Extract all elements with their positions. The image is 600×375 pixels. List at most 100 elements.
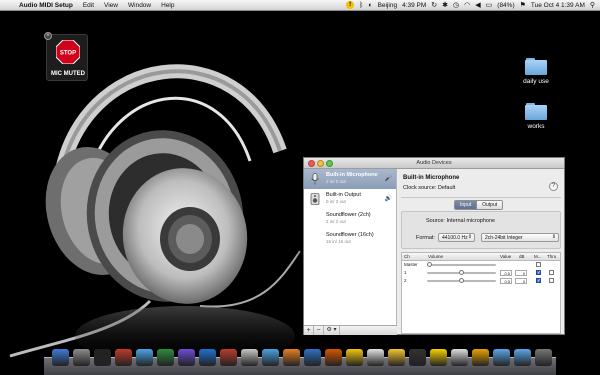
chevron-updown-icon: ⇕: [551, 234, 556, 240]
wifi-icon[interactable]: ◠: [464, 2, 470, 9]
clock-source[interactable]: Clock source: Default: [403, 185, 455, 191]
dock-app-icon[interactable]: [220, 349, 237, 366]
value-field[interactable]: 0.5: [500, 278, 512, 284]
tab-output[interactable]: Output: [476, 201, 503, 209]
col-ch: Ch: [404, 254, 410, 259]
folder-icon: [525, 103, 547, 120]
mute-checkbox[interactable]: ✓: [536, 270, 541, 276]
table-row: 1 0.5 0 ✓: [402, 269, 560, 277]
device-name: Soundflower (16ch): [326, 232, 374, 238]
dock-app-icon[interactable]: [304, 349, 321, 366]
device-list: Built-in Microphone 2 in/ 0 out 🎤 Built-…: [304, 169, 397, 325]
chevron-updown-icon: ⇕: [467, 234, 472, 240]
world-clock-icon[interactable]: ◐: [368, 2, 372, 9]
microphone-icon: [311, 173, 319, 185]
window-minimize-button[interactable]: [317, 160, 324, 167]
dock-app-icon[interactable]: [178, 349, 195, 366]
device-soundflower-2ch[interactable]: Soundflower (2ch) 2 in/ 2 out: [304, 209, 396, 229]
folder-icon: [525, 58, 547, 75]
window-close-button[interactable]: [308, 160, 315, 167]
folder-works[interactable]: works: [514, 103, 558, 130]
dock-app-icon[interactable]: [514, 349, 531, 366]
menu-window[interactable]: Window: [123, 2, 156, 9]
bit-format-select[interactable]: 2ch-24bit Integer ⇕: [481, 233, 559, 242]
sync-icon[interactable]: ↻: [431, 2, 437, 9]
device-list-footer: + − ⚙ ▾: [304, 325, 397, 335]
slider-knob[interactable]: [459, 278, 464, 283]
battery-percent[interactable]: (84%): [497, 2, 514, 9]
dock-app-icon[interactable]: [199, 349, 216, 366]
dock-app-icon[interactable]: [367, 349, 384, 366]
dock-app-icon[interactable]: [535, 349, 552, 366]
dock-app-icon[interactable]: [157, 349, 174, 366]
mic-muted-widget[interactable]: × STOP MIC MUTED: [44, 32, 88, 81]
clock-city[interactable]: Beijing: [378, 2, 398, 9]
dock-app-icon[interactable]: [409, 349, 426, 366]
norton-icon[interactable]: !: [346, 1, 355, 9]
dock-app-icon[interactable]: [115, 349, 132, 366]
battery-icon[interactable]: ▭: [486, 2, 493, 9]
source-label: Source: Internal microphone: [426, 218, 496, 224]
volume-slider[interactable]: [427, 262, 496, 267]
device-io: 0 in/ 2 out: [326, 199, 346, 204]
spotlight-icon[interactable]: ⚲: [590, 2, 595, 9]
status-area: ! ᛒ ◐ Beijing 4:39 PM ↻ ✱ ◷ ◠ ◀ ▭ (84%) …: [346, 1, 600, 9]
city-time[interactable]: 4:39 PM: [402, 2, 426, 9]
menu-edit[interactable]: Edit: [78, 2, 99, 9]
window-zoom-button[interactable]: [326, 160, 333, 167]
channel-table: Ch Volume Value dB M... Thru Master 1 0.5 0…: [401, 252, 561, 334]
dock-app-icon[interactable]: [262, 349, 279, 366]
volume-slider[interactable]: [427, 270, 496, 275]
dock-app-icon[interactable]: [283, 349, 300, 366]
window-titlebar[interactable]: Audio Devices: [304, 158, 564, 169]
channel-name: 1: [404, 270, 407, 275]
db-field[interactable]: 0: [515, 278, 527, 284]
app-menu[interactable]: Audio MIDI Setup: [14, 2, 78, 9]
volume-icon[interactable]: ◀: [475, 2, 480, 9]
table-header: Ch Volume Value dB M... Thru: [402, 253, 560, 261]
dock-app-icon[interactable]: [451, 349, 468, 366]
mute-checkbox[interactable]: ✓: [536, 278, 541, 284]
tab-input[interactable]: Input: [455, 201, 477, 209]
dock-app-icon[interactable]: [430, 349, 447, 366]
folder-daily-use[interactable]: daily use: [514, 58, 558, 85]
slider-knob[interactable]: [427, 262, 432, 267]
sample-rate-select[interactable]: 44100.0 Hz ⇕: [438, 233, 475, 242]
dock-app-icon[interactable]: [472, 349, 489, 366]
dock-app-icon[interactable]: [388, 349, 405, 366]
dock-app-icon[interactable]: [325, 349, 342, 366]
dock-app-icon[interactable]: [73, 349, 90, 366]
dock-app-icon[interactable]: [241, 349, 258, 366]
bluetooth-icon[interactable]: ᛒ: [359, 2, 363, 9]
date-time[interactable]: Tue Oct 4 1:39 AM: [531, 2, 585, 9]
add-device-button[interactable]: +: [304, 326, 314, 335]
volume-slider[interactable]: [427, 278, 496, 283]
device-built-in-microphone[interactable]: Built-in Microphone 2 in/ 0 out 🎤: [304, 169, 396, 189]
device-soundflower-16ch[interactable]: Soundflower (16ch) 16 in/ 16 out: [304, 229, 396, 249]
bluetooth-status-icon[interactable]: ✱: [442, 2, 448, 9]
speaker-icon: [310, 193, 320, 205]
thru-checkbox[interactable]: [549, 270, 554, 275]
dock-app-icon[interactable]: [94, 349, 111, 366]
folder-label: works: [527, 123, 545, 130]
dock-app-icon[interactable]: [136, 349, 153, 366]
dock-app-icon[interactable]: [493, 349, 510, 366]
slider-knob[interactable]: [459, 270, 464, 275]
dock-app-icon[interactable]: [52, 349, 69, 366]
mute-checkbox[interactable]: [536, 262, 541, 267]
help-button[interactable]: ?: [549, 182, 558, 191]
table-row: 2 0.5 0 ✓: [402, 277, 560, 285]
format-label: Format:: [416, 235, 435, 241]
remove-device-button[interactable]: −: [314, 326, 324, 335]
menu-view[interactable]: View: [99, 2, 123, 9]
thru-checkbox[interactable]: [549, 278, 554, 283]
device-built-in-output[interactable]: Built-in Output 0 in/ 2 out 🔊: [304, 189, 396, 209]
gear-menu-button[interactable]: ⚙ ▾: [324, 326, 340, 335]
db-field[interactable]: 0: [515, 270, 527, 276]
time-machine-icon[interactable]: ◷: [453, 2, 459, 9]
menu-help[interactable]: Help: [156, 2, 179, 9]
widget-close-icon[interactable]: ×: [44, 32, 52, 40]
value-field[interactable]: 0.5: [500, 270, 512, 276]
dock-app-icon[interactable]: [346, 349, 363, 366]
flag-icon[interactable]: ⚑: [520, 2, 526, 9]
